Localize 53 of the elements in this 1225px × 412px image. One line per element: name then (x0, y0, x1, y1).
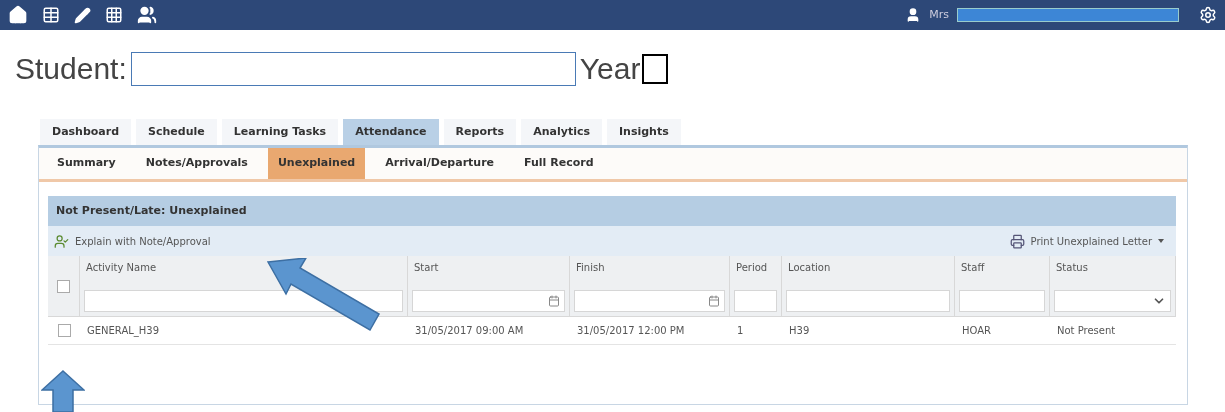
home-icon[interactable] (8, 5, 28, 25)
subtab[interactable]: Arrival/Departure (375, 148, 505, 179)
student-field[interactable] (130, 51, 576, 86)
table-icon[interactable] (42, 6, 60, 24)
grid-icon[interactable] (105, 6, 123, 24)
subtab[interactable]: Unexplained (267, 148, 366, 179)
tab[interactable]: Attendance (343, 119, 439, 145)
caret-icon (1158, 239, 1164, 243)
checkbox[interactable] (57, 324, 71, 337)
column-header[interactable]: Finish (570, 256, 729, 290)
table-cell: GENERAL_H39 (87, 325, 160, 336)
filter-field[interactable] (734, 290, 777, 312)
table-cell: 31/05/2017 12:00 PM (577, 325, 685, 336)
settings-icon[interactable] (1199, 6, 1217, 24)
pencil-icon[interactable] (74, 6, 91, 24)
year-label: Year (579, 51, 641, 87)
table-cell: H39 (789, 325, 810, 336)
explain-button[interactable]: Explain with Note/Approval (54, 233, 211, 249)
subtab[interactable]: Full Record (514, 148, 604, 179)
filter-field[interactable] (959, 290, 1045, 312)
user-name: Mrs (929, 6, 949, 23)
subtab[interactable]: Notes/Approvals (135, 148, 258, 179)
tab[interactable]: Learning Tasks (221, 119, 339, 145)
column-header[interactable]: Staff (955, 256, 1049, 290)
tab[interactable]: Reports (443, 119, 517, 145)
column-header[interactable]: Activity Name (80, 256, 407, 290)
checkbox[interactable] (57, 279, 70, 293)
calendar-icon[interactable] (548, 295, 560, 307)
calendar-icon[interactable] (708, 295, 720, 307)
tab[interactable]: Insights (607, 119, 681, 145)
table-cell: Not Present (1057, 325, 1116, 336)
print-letter-button[interactable]: Print Unexplained Letter (1009, 233, 1164, 249)
user-check-icon (54, 233, 69, 249)
tab[interactable]: Dashboard (40, 119, 132, 145)
column-header[interactable]: Status (1050, 256, 1175, 290)
grid-title: Not Present/Late: Unexplained (56, 202, 247, 219)
arrow-drawing (41, 370, 85, 412)
tab[interactable]: Schedule (136, 119, 217, 145)
users-icon[interactable] (137, 5, 157, 25)
filter-field[interactable] (786, 290, 950, 312)
table-cell: 1 (737, 325, 744, 336)
table-cell: HOAR (962, 325, 991, 336)
date-filter-field[interactable] (574, 290, 725, 312)
table-cell: 31/05/2017 09:00 AM (415, 325, 524, 336)
date-filter-field[interactable] (412, 290, 565, 312)
printer-icon (1009, 233, 1025, 249)
column-header[interactable]: Start (408, 256, 569, 290)
column-header[interactable]: Period (730, 256, 781, 290)
student-label: Student: (15, 51, 127, 87)
tab[interactable]: Analytics (521, 119, 602, 145)
subtab[interactable]: Summary (47, 148, 126, 179)
year-field[interactable] (642, 53, 669, 84)
column-header[interactable]: Location (782, 256, 954, 290)
